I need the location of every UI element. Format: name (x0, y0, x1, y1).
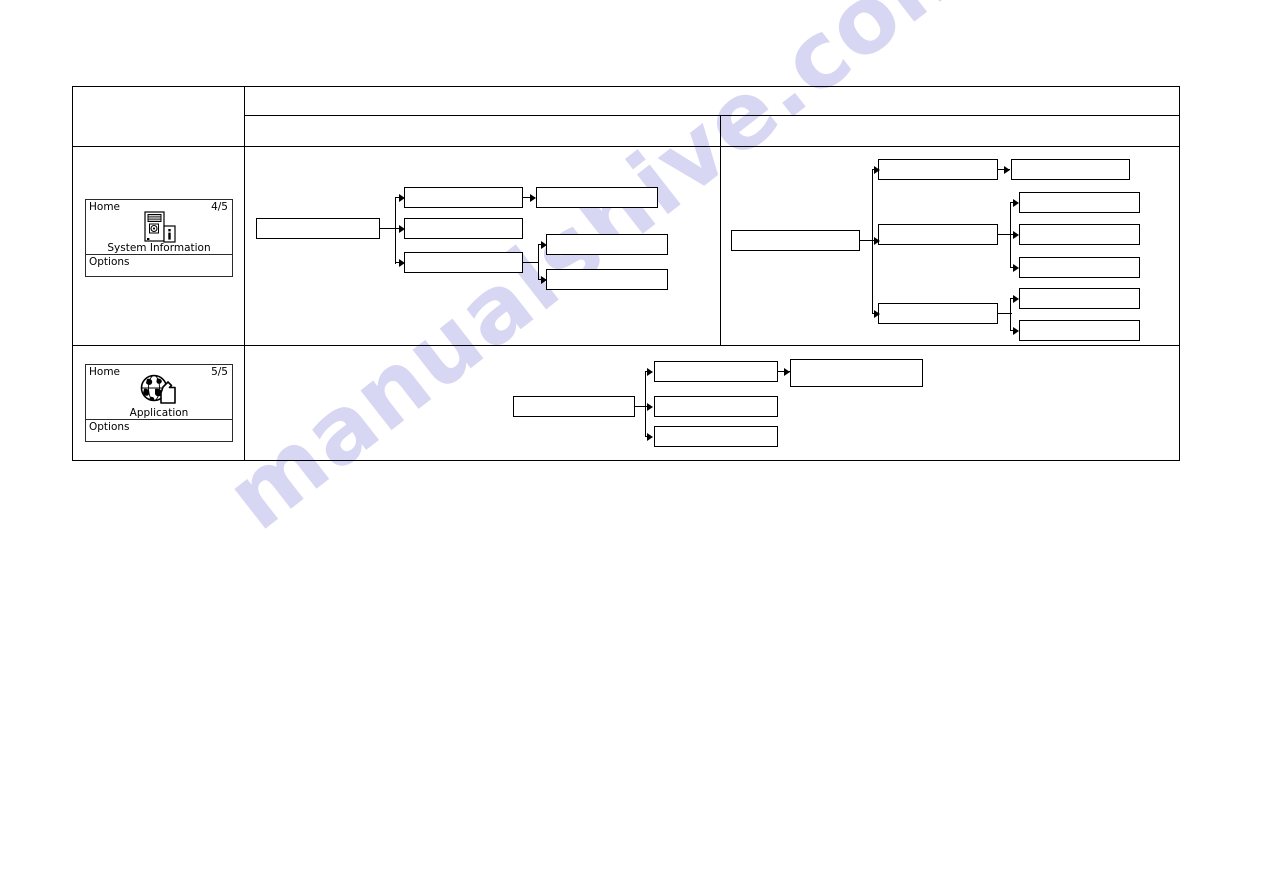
flow-box-level3-4[interactable] (1019, 257, 1140, 278)
table-header-merged-cell (248, 88, 1176, 113)
table-header-corner-cell (74, 88, 242, 144)
flow-box-root[interactable] (513, 396, 635, 417)
table-header-divider (244, 115, 1180, 116)
device-screen-caption: System Information (107, 242, 211, 254)
connector-bus-vertical (395, 198, 397, 264)
table-row1-bottom (72, 345, 1180, 346)
device-screen-caption: Application (129, 407, 189, 419)
table-border-bottom (72, 460, 1180, 461)
flow-box-level2-1[interactable] (404, 187, 523, 208)
arrowhead-l3-3 (541, 276, 547, 284)
device-screen-application[interactable]: Home 5/5 Application Options (85, 364, 233, 442)
flow-box-level3-5[interactable] (1019, 288, 1140, 309)
arrowhead-l3-2 (541, 241, 547, 249)
flow-box-level2-3[interactable] (404, 252, 523, 273)
table-border-right (1179, 86, 1180, 461)
arrowhead-branch-2 (874, 237, 880, 245)
arrowhead-l3-1 (784, 368, 790, 376)
connector-l2-3-out (523, 262, 539, 264)
arrowhead-l3-2 (1013, 199, 1019, 207)
device-screen-title: Home (89, 201, 121, 213)
arrowhead-l3-4 (1013, 264, 1019, 272)
flow-box-level3-1[interactable] (790, 359, 923, 387)
flow-box-level2-1[interactable] (654, 361, 778, 382)
flow-box-level2-3[interactable] (654, 426, 778, 447)
arrowhead-l3-6 (1013, 327, 1019, 335)
device-screen-options-label: Options (89, 421, 130, 433)
device-screen-body: Home 5/5 Application (86, 365, 232, 420)
device-screen-page-indicator: 4/5 (211, 201, 228, 213)
arrowhead-branch-2 (647, 403, 653, 411)
table-col1-divider (244, 86, 245, 461)
flow-box-level2-1[interactable] (878, 159, 998, 180)
device-screen-body: Home 4/5 System Information (86, 200, 232, 255)
table-border-top (72, 86, 1180, 87)
device-screen-title: Home (89, 366, 121, 378)
flow-box-level3-3[interactable] (1019, 224, 1140, 245)
connector-root-out (380, 228, 396, 230)
connector-subbus-vertical (538, 244, 540, 280)
flow-box-level2-2[interactable] (404, 218, 523, 239)
table-border-left (72, 86, 73, 461)
arrowhead-branch-3 (647, 433, 653, 441)
table-col2-divider (720, 115, 721, 346)
arrowhead-branch-1 (399, 194, 405, 202)
flow-box-level3-2[interactable] (1019, 192, 1140, 213)
flow-box-level3-1[interactable] (1011, 159, 1130, 180)
arrowhead-branch-2 (399, 225, 405, 233)
arrowhead-branch-1 (874, 166, 880, 174)
device-screen-softkey-bar[interactable]: Options (86, 420, 232, 435)
arrowhead-l3-5 (1013, 295, 1019, 303)
table-header-right-subcell (724, 118, 1176, 144)
arrowhead-branch-1 (647, 368, 653, 376)
device-screen-options-label: Options (89, 256, 130, 268)
table-header-bottom (72, 146, 1180, 147)
flow-box-level2-2[interactable] (878, 224, 998, 245)
arrowhead-branch-3 (399, 259, 405, 267)
flow-box-level3-6[interactable] (1019, 320, 1140, 341)
arrowhead-l3-3 (1013, 231, 1019, 239)
connector-subbus-3 (1010, 298, 1012, 331)
flow-box-level2-2[interactable] (654, 396, 778, 417)
flow-box-level2-3[interactable] (878, 303, 998, 324)
flow-box-level3-2[interactable] (546, 234, 668, 255)
device-screen-system-information[interactable]: Home 4/5 System Information Options (85, 199, 233, 277)
arrowhead-branch-3 (874, 310, 880, 318)
flow-box-root[interactable] (731, 230, 860, 251)
device-screen-softkey-bar[interactable]: Options (86, 255, 232, 270)
device-screen-page-indicator: 5/5 (211, 366, 228, 378)
arrowhead-l3-1 (530, 194, 536, 202)
arrowhead-l3-1 (1004, 166, 1010, 174)
flow-box-root[interactable] (256, 218, 380, 239)
flow-box-level3-1[interactable] (536, 187, 658, 208)
table-header-left-subcell (248, 118, 716, 144)
flow-box-level3-3[interactable] (546, 269, 668, 290)
